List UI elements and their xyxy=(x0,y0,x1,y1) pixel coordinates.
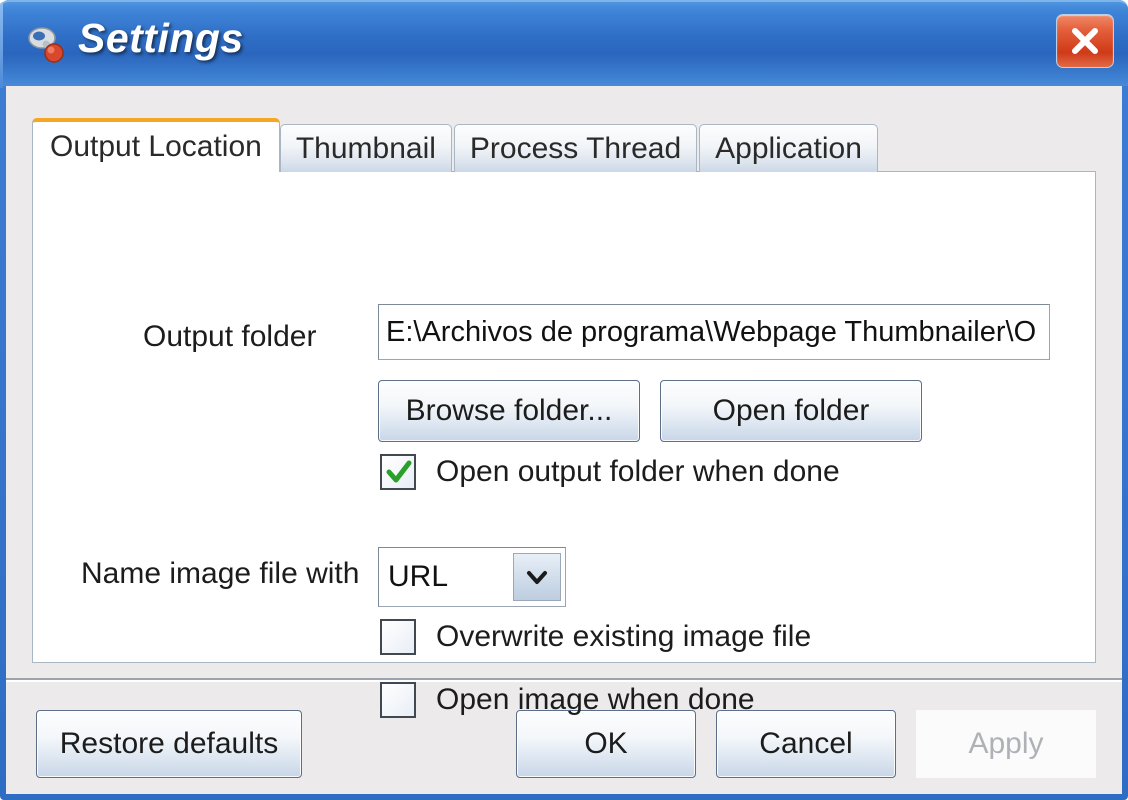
checkmark-icon xyxy=(386,460,412,483)
browse-folder-button[interactable]: Browse folder... xyxy=(378,380,640,442)
tab-strip: Output Location Thumbnail Process Thread… xyxy=(32,118,880,174)
open-folder-label: Open folder xyxy=(712,394,870,427)
cancel-label: Cancel xyxy=(759,727,853,760)
open-output-folder-when-done-checkbox[interactable]: Open output folder when done xyxy=(380,454,840,490)
tab-label: Process Thread xyxy=(469,131,682,165)
open-folder-button[interactable]: Open folder xyxy=(660,380,922,442)
tab-output-location[interactable]: Output Location xyxy=(32,118,280,174)
wrench-icon xyxy=(24,22,70,68)
settings-window: Settings Output Location Thumbnail Proce… xyxy=(0,0,1128,800)
tab-thumbnail[interactable]: Thumbnail xyxy=(279,124,452,172)
dialog-client-area: Output Location Thumbnail Process Thread… xyxy=(6,86,1122,794)
name-image-file-select[interactable]: URL xyxy=(378,547,566,607)
checkbox-box-unchecked xyxy=(380,619,416,655)
ok-label: OK xyxy=(584,727,628,760)
open-image-when-done-checkbox[interactable]: Open image when done xyxy=(380,682,755,718)
tab-process-thread[interactable]: Process Thread xyxy=(453,124,698,172)
restore-defaults-label: Restore defaults xyxy=(59,727,279,760)
restore-defaults-button[interactable]: Restore defaults xyxy=(36,710,302,778)
checkbox-box-checked xyxy=(380,454,416,490)
output-folder-label: Output folder xyxy=(143,320,317,353)
ok-button[interactable]: OK xyxy=(516,710,696,778)
apply-label: Apply xyxy=(968,727,1044,760)
checkbox-label: Open output folder when done xyxy=(436,455,840,488)
close-button[interactable] xyxy=(1056,14,1114,68)
select-value: URL xyxy=(388,560,449,593)
overwrite-existing-image-file-checkbox[interactable]: Overwrite existing image file xyxy=(380,619,811,655)
name-image-file-label: Name image file with xyxy=(81,557,360,590)
apply-button-disabled: Apply xyxy=(916,710,1096,778)
close-icon xyxy=(1057,21,1113,61)
checkbox-box-unchecked xyxy=(380,682,416,718)
browse-folder-label: Browse folder... xyxy=(405,394,613,427)
checkbox-label: Overwrite existing image file xyxy=(436,620,812,653)
checkbox-label: Open image when done xyxy=(436,683,755,716)
chevron-down-icon[interactable] xyxy=(513,553,561,601)
tab-label: Application xyxy=(715,131,862,165)
cancel-button[interactable]: Cancel xyxy=(716,710,896,778)
title-bar[interactable]: Settings xyxy=(0,0,1128,88)
tab-label: Thumbnail xyxy=(295,131,436,165)
window-title: Settings xyxy=(78,15,244,61)
tab-panel-output-location: Output folder Browse folder... Open fold… xyxy=(32,171,1096,718)
tab-label: Output Location xyxy=(50,130,262,163)
tab-application[interactable]: Application xyxy=(699,124,878,172)
output-folder-input[interactable] xyxy=(378,304,1050,360)
